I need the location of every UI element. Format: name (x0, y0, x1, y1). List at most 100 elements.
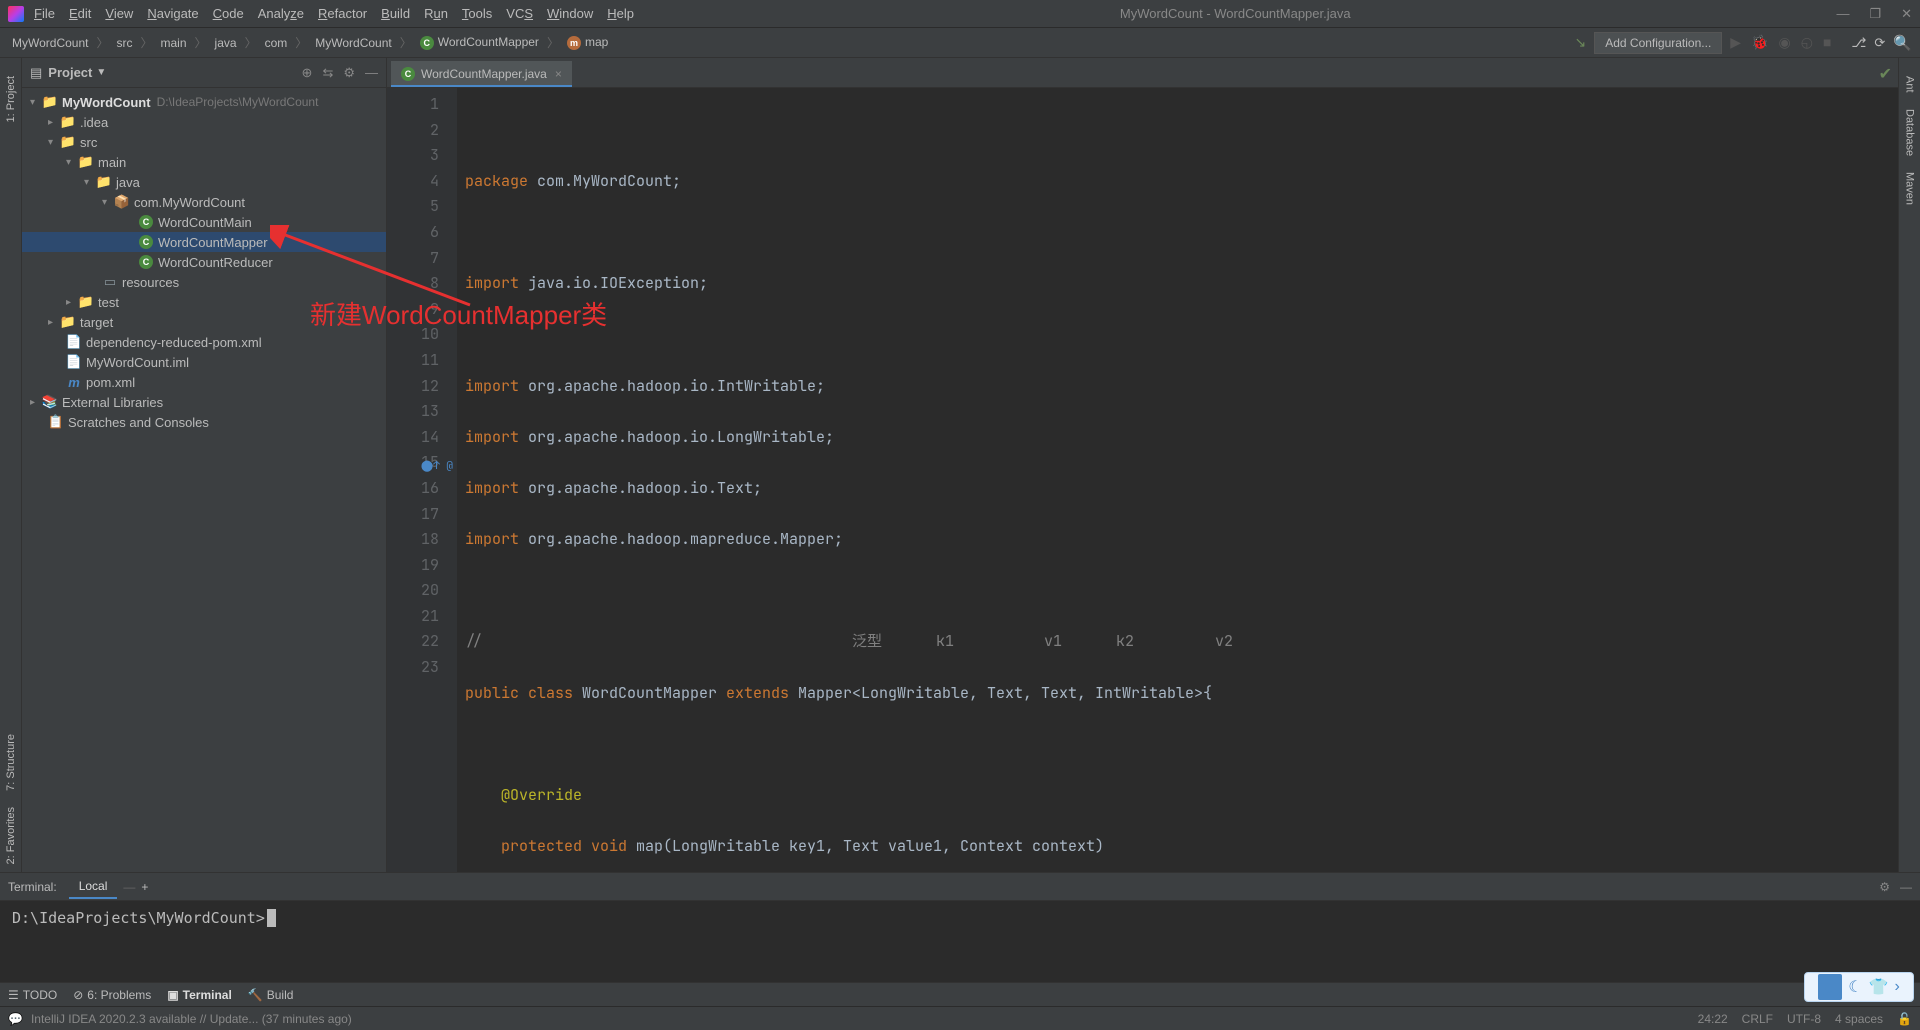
search-icon[interactable]: 🔍 (1893, 34, 1912, 52)
menu-vcs[interactable]: VCS (506, 6, 533, 21)
tab-wordcountmapper[interactable]: C WordCountMapper.java × (391, 61, 572, 87)
tree-target[interactable]: ▸📁target (22, 312, 386, 332)
terminal-cursor (267, 909, 276, 927)
tree-pom[interactable]: mpom.xml (22, 372, 386, 392)
menu-edit[interactable]: Edit (69, 6, 91, 21)
project-dropdown-icon[interactable]: ▼ (96, 67, 106, 78)
terminal-hide-icon[interactable]: — (1900, 880, 1912, 894)
hide-icon[interactable]: — (365, 65, 378, 81)
terminal-body[interactable]: D:\IdeaProjects\MyWordCount> (0, 901, 1920, 982)
tool-todo[interactable]: ☰ TODO (8, 988, 57, 1002)
bc-java[interactable]: java (211, 34, 241, 52)
bc-pkg[interactable]: MyWordCount (311, 34, 395, 52)
tree-src[interactable]: ▾📁src (22, 132, 386, 152)
status-encoding[interactable]: UTF-8 (1787, 1012, 1821, 1026)
inspection-ok-icon[interactable]: ✔ (1879, 64, 1892, 84)
tree-test[interactable]: ▸📁test (22, 292, 386, 312)
status-update-text[interactable]: IntelliJ IDEA 2020.2.3 available // Upda… (31, 1012, 352, 1026)
ime-shirt-icon: 👕 (1869, 977, 1889, 997)
right-tool-maven[interactable]: Maven (1904, 172, 1916, 205)
tool-terminal[interactable]: ▣ Terminal (167, 988, 231, 1002)
status-notification-icon[interactable]: 💬 (8, 1012, 23, 1026)
update-icon[interactable]: ⟳ (1874, 35, 1885, 51)
run-icon[interactable]: ▶ (1730, 34, 1741, 51)
right-tool-database[interactable]: Database (1904, 109, 1916, 156)
status-lock-icon[interactable]: 🔓 (1897, 1012, 1912, 1026)
terminal-tab-local[interactable]: Local (69, 875, 118, 899)
bc-method[interactable]: mmap (563, 33, 612, 52)
tree-resources[interactable]: ▭resources (22, 272, 386, 292)
editor-tabs: C WordCountMapper.java × (387, 58, 1898, 88)
tree-class-mapper[interactable]: CWordCountMapper (22, 232, 386, 252)
debug-icon[interactable]: 🐞 (1751, 34, 1768, 51)
select-opened-icon[interactable]: ⊕ (302, 65, 313, 81)
app-logo-icon (8, 6, 24, 22)
tree-main[interactable]: ▾📁main (22, 152, 386, 172)
profile-icon[interactable]: ◵ (1801, 34, 1813, 51)
main-menu: File Edit View Navigate Code Analyze Ref… (34, 6, 634, 21)
git-icon[interactable]: ⎇ (1851, 35, 1866, 51)
tree-root[interactable]: ▾📁MyWordCountD:\IdeaProjects\MyWordCount (22, 92, 386, 112)
ime-widget[interactable]: 英 ☾ 👕 › (1804, 972, 1914, 1002)
tree-java[interactable]: ▾📁java (22, 172, 386, 192)
main-area: 1: Project 7: Structure 2: Favorites ▤ P… (0, 58, 1920, 872)
left-tool-project[interactable]: 1: Project (5, 76, 17, 122)
minimize-icon[interactable]: — (1836, 6, 1849, 22)
menu-refactor[interactable]: Refactor (318, 6, 367, 21)
tree-idea[interactable]: ▸📁.idea (22, 112, 386, 132)
status-indent[interactable]: 4 spaces (1835, 1012, 1883, 1026)
add-configuration-button[interactable]: Add Configuration... (1594, 32, 1722, 54)
bc-class[interactable]: CWordCountMapper (416, 33, 543, 52)
menu-tools[interactable]: Tools (462, 6, 492, 21)
menu-view[interactable]: View (105, 6, 133, 21)
menu-run[interactable]: Run (424, 6, 448, 21)
menu-help[interactable]: Help (607, 6, 634, 21)
bc-main[interactable]: main (157, 34, 191, 52)
project-panel: ▤ Project ▼ ⊕ ⇆ ⚙ — ▾📁MyWordCountD:\Idea… (22, 58, 387, 872)
left-tool-favorites[interactable]: 2: Favorites (5, 807, 17, 864)
tool-build[interactable]: 🔨 Build (248, 988, 294, 1002)
tab-close-icon[interactable]: × (555, 67, 562, 81)
build-icon[interactable]: ↘ (1574, 34, 1586, 51)
expand-icon[interactable]: ⇆ (322, 65, 333, 81)
tree-scratches[interactable]: 📋Scratches and Consoles (22, 412, 386, 432)
nav-bar: MyWordCount〉 src〉 main〉 java〉 com〉 MyWor… (0, 28, 1920, 58)
tree-class-reducer[interactable]: CWordCountReducer (22, 252, 386, 272)
left-tool-structure[interactable]: 7: Structure (5, 734, 17, 791)
stop-icon[interactable]: ■ (1823, 34, 1831, 51)
close-icon[interactable]: ✕ (1901, 6, 1912, 22)
tree-external[interactable]: ▸📚External Libraries (22, 392, 386, 412)
menu-build[interactable]: Build (381, 6, 410, 21)
coverage-icon[interactable]: ◉ (1779, 34, 1791, 51)
tree-class-main[interactable]: CWordCountMain (22, 212, 386, 232)
terminal-prompt: D:\IdeaProjects\MyWordCount> (12, 909, 265, 927)
tab-label: WordCountMapper.java (421, 67, 547, 81)
settings-icon[interactable]: ⚙ (343, 65, 355, 81)
tool-problems[interactable]: ⊘ 6: Problems (73, 988, 151, 1002)
bc-src[interactable]: src (113, 34, 137, 52)
menu-file[interactable]: File (34, 6, 55, 21)
menu-analyze[interactable]: Analyze (258, 6, 304, 21)
terminal-new-tab-icon[interactable]: + (141, 880, 148, 894)
project-toggle-icon[interactable]: ▤ (30, 65, 42, 81)
left-tool-gutter: 1: Project 7: Structure 2: Favorites (0, 58, 22, 872)
tree-iml[interactable]: 📄MyWordCount.iml (22, 352, 386, 372)
menu-navigate[interactable]: Navigate (147, 6, 198, 21)
window-title: MyWordCount - WordCountMapper.java (634, 6, 1836, 21)
code-area[interactable]: 123 456 789 101112 1314 15⬤↑ @ 161718 19… (387, 88, 1898, 872)
breadcrumb: MyWordCount〉 src〉 main〉 java〉 com〉 MyWor… (8, 33, 612, 52)
tree-package[interactable]: ▾📦com.MyWordCount (22, 192, 386, 212)
project-title: Project (48, 65, 92, 80)
terminal-settings-icon[interactable]: ⚙ (1879, 880, 1890, 894)
status-line-ending[interactable]: CRLF (1742, 1012, 1773, 1026)
bc-com[interactable]: com (261, 34, 292, 52)
right-tool-ant[interactable]: Ant (1904, 76, 1916, 93)
status-position[interactable]: 24:22 (1698, 1012, 1728, 1026)
tree-dep-pom[interactable]: 📄dependency-reduced-pom.xml (22, 332, 386, 352)
menu-code[interactable]: Code (213, 6, 244, 21)
bc-root[interactable]: MyWordCount (8, 34, 92, 52)
maximize-icon[interactable]: ❐ (1869, 6, 1881, 22)
menu-window[interactable]: Window (547, 6, 593, 21)
project-tree: ▾📁MyWordCountD:\IdeaProjects\MyWordCount… (22, 88, 386, 872)
code-content[interactable]: package com.MyWordCount; import java.io.… (457, 88, 1898, 872)
